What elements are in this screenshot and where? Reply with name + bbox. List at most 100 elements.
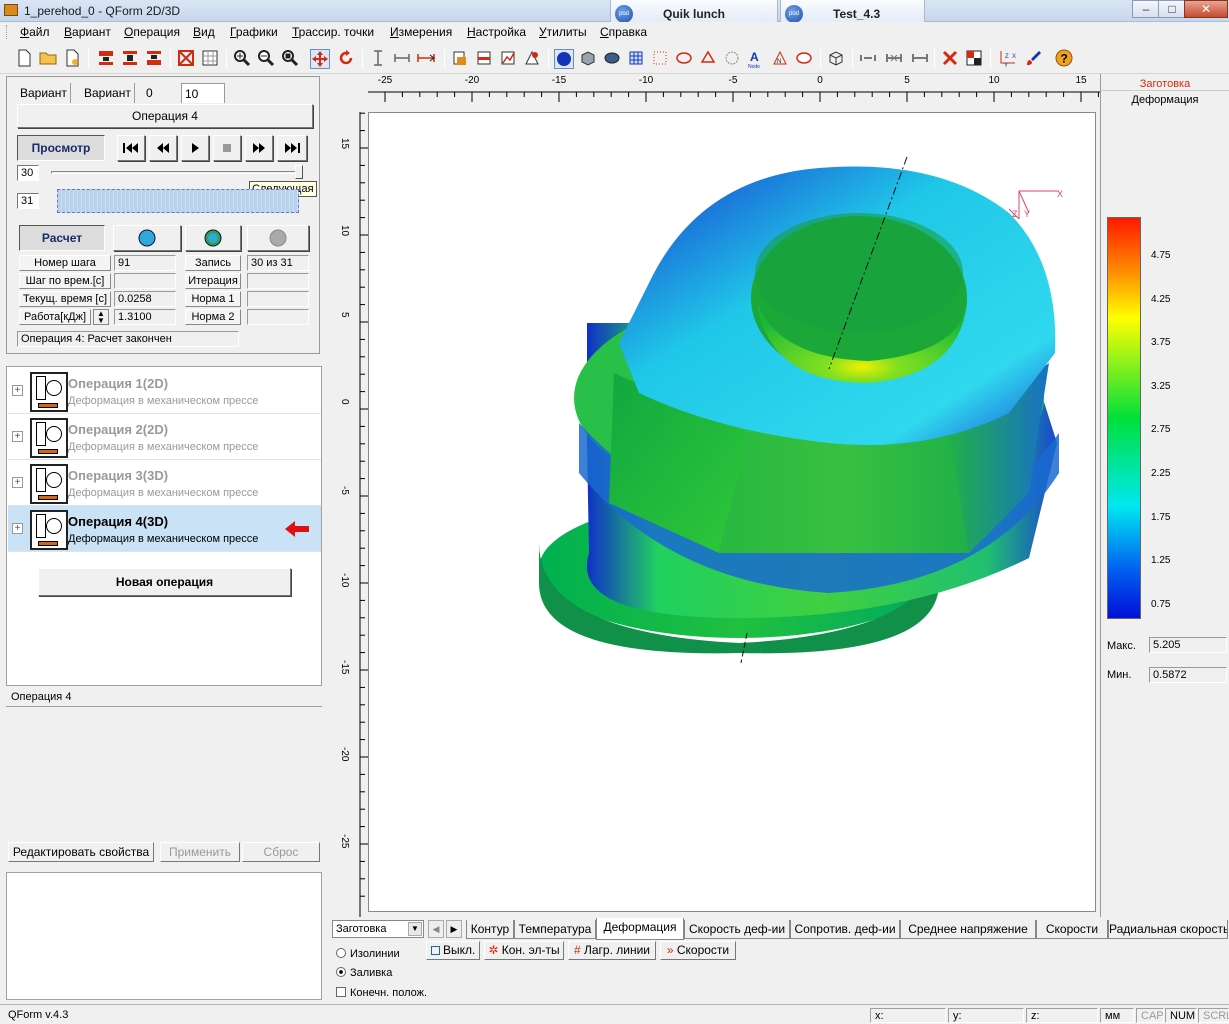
tab-variant-1[interactable]: Вариант 1 [17,83,71,120]
expand-icon[interactable]: + [12,523,23,534]
pan-icon[interactable] [310,49,330,69]
measure-distance-icon[interactable] [416,49,436,69]
close-button[interactable]: ✕ [1184,0,1228,18]
frame-slider-thumb[interactable] [295,165,303,179]
grid-icon[interactable] [200,49,220,69]
tool2-icon[interactable] [474,49,494,69]
menu-trace-points[interactable]: Трассир. точки [292,25,374,39]
die-middle-icon[interactable] [120,49,140,69]
minimize-button[interactable]: – [1132,0,1160,18]
axes-icon[interactable]: YZX [996,49,1016,69]
edges-icon[interactable] [674,49,694,69]
cross-icon[interactable] [940,49,960,69]
field-tab[interactable]: Температура [514,920,596,939]
frame-value-field[interactable]: 31 [17,193,39,209]
field-tab[interactable]: Сопротив. деф-ии [790,920,900,939]
new-file-icon[interactable] [14,49,34,69]
node-icon[interactable]: A Node [746,49,766,70]
calc-gray-button[interactable] [247,225,309,251]
zoom-fit-icon[interactable] [280,49,300,69]
points-icon[interactable] [650,49,670,69]
sphere-shade-icon[interactable] [554,49,574,69]
stop-button[interactable] [213,135,241,161]
menu-file[interactable]: Файл [20,25,50,39]
die-bottom-icon[interactable] [144,49,164,69]
cube-wire-icon[interactable] [826,49,846,69]
menu-view[interactable]: Вид [193,25,215,39]
slider-value-field[interactable]: 30 [17,165,39,181]
expand-icon[interactable]: + [12,385,23,396]
first-frame-button[interactable] [117,135,145,161]
calc-button[interactable]: Расчет [19,225,105,251]
tool4-icon[interactable] [522,49,542,69]
view-button[interactable]: Просмотр [17,135,105,161]
final-position-checkbox[interactable]: Конечн. полож. [336,987,427,999]
measure-horizontal-icon[interactable] [392,49,412,69]
edit-properties-button[interactable]: Редактировать свойства [8,842,154,862]
workpiece-3d-model[interactable]: X Y Z [369,113,1095,911]
field-tab[interactable]: Контур [466,920,514,939]
cube-shade-icon[interactable] [578,49,598,69]
tool3-icon[interactable] [498,49,518,69]
brush-icon[interactable] [1024,49,1044,69]
object-select[interactable]: Заготовка ▼ [332,920,424,938]
menu-settings[interactable]: Настройка [467,25,526,39]
prev-frame-button[interactable] [149,135,177,161]
hourglass-icon[interactable] [722,49,742,69]
velocities-button[interactable]: » Скорости [660,941,736,960]
tab-variant-end[interactable]: 10 [181,83,225,103]
calc-blue-button[interactable] [113,225,181,251]
field-tab[interactable]: Радиальная скорость [1108,920,1228,939]
die-top-icon[interactable] [96,49,116,69]
work-spin-button[interactable]: ▲ ▼ [93,309,109,325]
field-tab[interactable]: Скорость деф-ии [684,920,790,939]
section-icon[interactable] [910,49,930,69]
field-tab[interactable]: Скорости [1036,920,1108,939]
operation-row-4[interactable]: + Операция 4(3D) Деформация в механическ… [8,506,321,552]
maximize-button[interactable]: □ [1158,0,1186,18]
zoom-in-icon[interactable] [232,49,252,69]
apply-button[interactable]: Применить [160,842,240,862]
tab-variant-2[interactable]: Вариант 2 [81,83,135,120]
model-canvas[interactable]: X Y Z [368,112,1096,912]
play-button[interactable] [181,135,209,161]
nodes-numbered-icon[interactable]: N [770,49,790,69]
menu-measure[interactable]: Измерения [390,25,452,39]
isolines-radio[interactable]: Изолинии [336,948,400,960]
zoom-out-icon[interactable] [256,49,276,69]
menu-operation[interactable]: Операция [124,25,180,39]
menu-variant[interactable]: Вариант [64,25,111,39]
tab-scroll-right[interactable]: ▶ [446,920,462,938]
last-frame-button[interactable] [277,135,307,161]
field-tab[interactable]: Среднее напряжение [900,920,1036,939]
ellipse-icon[interactable] [794,49,814,69]
reset-button[interactable]: Сброс [242,842,320,862]
hourglass2-icon[interactable] [884,49,904,69]
expand-icon[interactable]: + [12,431,23,442]
next-frame-button[interactable] [245,135,273,161]
help-icon[interactable]: ? [1054,49,1074,69]
operation-row-2[interactable]: + Операция 2(2D) Деформация в механическ… [8,414,321,460]
contact-elements-button[interactable]: ✲ Кон. эл-ты [484,941,564,960]
field-tab[interactable]: Деформация [596,918,684,940]
disk-icon[interactable] [602,49,622,69]
operation-4-button[interactable]: Операция 4 [17,104,313,128]
mesh-icon[interactable] [626,49,646,69]
operation-row-3[interactable]: + Операция 3(3D) Деформация в механическ… [8,460,321,506]
tab-variant-start[interactable]: 0 [143,83,156,103]
menu-utilities[interactable]: Утилиты [539,25,587,39]
frame-slider[interactable] [51,171,303,174]
menu-graphs[interactable]: Графики [230,25,278,39]
calc-green-button[interactable] [185,225,241,251]
rotate-icon[interactable] [336,49,356,69]
faces-icon[interactable] [698,49,718,69]
menu-help[interactable]: Справка [600,25,647,39]
new-operation-button[interactable]: Новая операция [38,568,291,596]
fill-radio[interactable]: Заливка [336,967,392,979]
open-file-icon[interactable] [38,49,58,69]
measure-vertical-icon[interactable] [368,49,388,69]
delete-icon[interactable] [176,49,196,69]
save-icon[interactable] [62,49,82,69]
operation-row-1[interactable]: + Операция 1(2D) Деформация в механическ… [8,368,321,414]
expand-icon[interactable]: + [12,477,23,488]
